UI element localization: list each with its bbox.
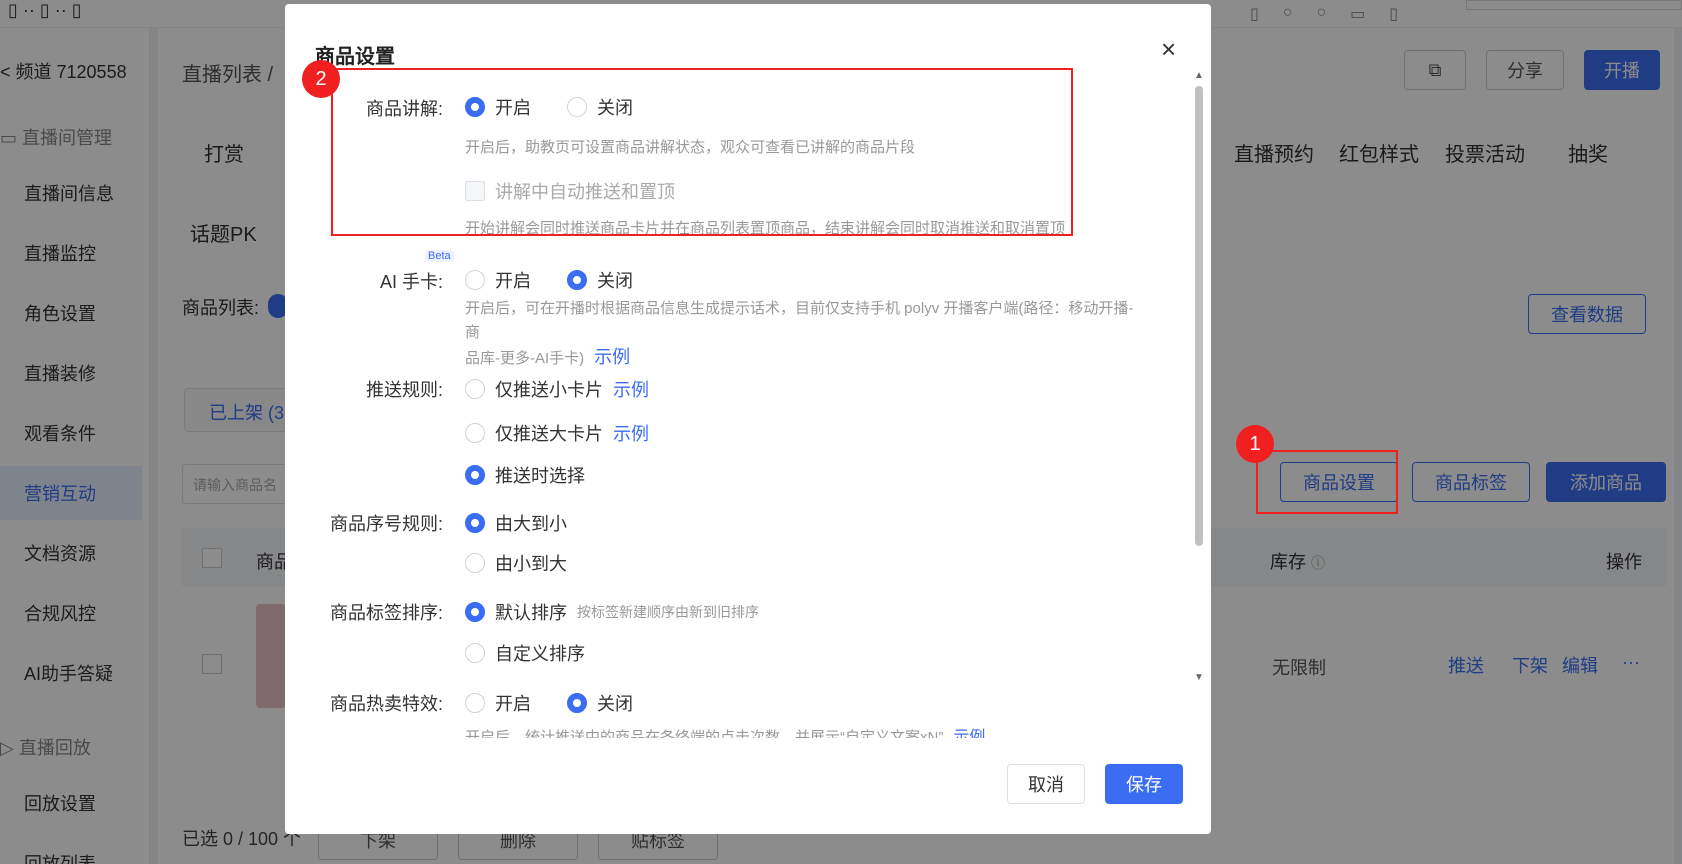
ai-card-on-label: 开启 bbox=[495, 271, 531, 291]
hot-effect-off-radio[interactable]: 关闭 bbox=[567, 690, 633, 716]
radio-checked-icon bbox=[465, 465, 485, 485]
radio-unchecked-icon bbox=[465, 270, 485, 290]
cancel-button[interactable]: 取消 bbox=[1007, 764, 1085, 804]
dialog-scrollbar[interactable]: ▲ ▼ bbox=[1193, 70, 1205, 684]
radio-unchecked-icon bbox=[465, 379, 485, 399]
annotation-box-1 bbox=[1256, 450, 1398, 514]
serial-desc-label: 由大到小 bbox=[495, 514, 567, 534]
ai-card-example-link[interactable]: 示例 bbox=[594, 347, 630, 367]
radio-unchecked-icon bbox=[465, 643, 485, 663]
hot-effect-hint-text: 开启后，统计推送中的商品在各终端的点击次数，并展示“自定义文案xN” bbox=[465, 729, 944, 738]
radio-checked-icon bbox=[465, 513, 485, 533]
ai-card-on-radio[interactable]: 开启 bbox=[465, 267, 531, 293]
ai-card-hint-line1: 开启后，可在开播时根据商品信息生成提示话术，目前仅支持手机 polyv 开播客户… bbox=[465, 300, 1134, 341]
hot-effect-off-label: 关闭 bbox=[597, 694, 633, 714]
radio-unchecked-icon bbox=[465, 693, 485, 713]
save-button[interactable]: 保存 bbox=[1105, 764, 1183, 804]
close-icon[interactable]: × bbox=[1161, 34, 1176, 65]
tag-sort-default-label: 默认排序 bbox=[495, 603, 567, 623]
serial-asc-label: 由小到大 bbox=[495, 554, 567, 574]
radio-unchecked-icon bbox=[465, 423, 485, 443]
push-large-card-label: 仅推送大卡片 bbox=[495, 424, 603, 444]
push-large-card-radio[interactable]: 仅推送大卡片 示例 bbox=[465, 420, 649, 446]
radio-checked-icon bbox=[567, 693, 587, 713]
radio-unchecked-icon bbox=[465, 553, 485, 573]
beta-badge: Beta bbox=[425, 250, 454, 262]
serial-rule-label: 商品序号规则: bbox=[329, 514, 443, 534]
hot-effect-hint: 开启后，统计推送中的商品在各终端的点击次数，并展示“自定义文案xN” 示例 bbox=[465, 724, 985, 738]
ai-card-hint: 开启后，可在开播时根据商品信息生成提示话术，目前仅支持手机 polyv 开播客户… bbox=[465, 297, 1145, 371]
tag-sort-custom-label: 自定义排序 bbox=[495, 644, 585, 664]
push-rule-label: 推送规则: bbox=[365, 380, 443, 400]
hot-effect-example-link[interactable]: 示例 bbox=[953, 729, 985, 738]
radio-checked-icon bbox=[465, 602, 485, 622]
hot-effect-on-label: 开启 bbox=[495, 694, 531, 714]
serial-desc-radio[interactable]: 由大到小 bbox=[465, 510, 567, 536]
annotation-box-2 bbox=[331, 68, 1073, 236]
ai-card-off-radio[interactable]: 关闭 bbox=[567, 267, 633, 293]
push-small-card-example-link[interactable]: 示例 bbox=[613, 376, 649, 402]
scroll-up-icon[interactable]: ▲ bbox=[1193, 70, 1205, 82]
tag-sort-label: 商品标签排序: bbox=[329, 603, 443, 623]
product-settings-dialog: 商品设置 × 商品讲解: 开启 关闭 开启后，助教页可设置商品讲解状态，观众可查… bbox=[285, 4, 1211, 834]
radio-checked-icon bbox=[567, 270, 587, 290]
ai-card-off-label: 关闭 bbox=[597, 271, 633, 291]
tag-sort-custom-radio[interactable]: 自定义排序 bbox=[465, 640, 585, 666]
scroll-thumb[interactable] bbox=[1195, 86, 1203, 546]
ai-card-label: AI 手卡: bbox=[379, 272, 443, 292]
hot-effect-on-radio[interactable]: 开启 bbox=[465, 690, 531, 716]
tag-sort-default-radio[interactable]: 默认排序 按标签新建顺序由新到旧排序 bbox=[465, 599, 759, 625]
annotation-badge-1: 1 bbox=[1236, 425, 1274, 463]
push-small-card-label: 仅推送小卡片 bbox=[495, 380, 603, 400]
push-choose-radio[interactable]: 推送时选择 bbox=[465, 462, 585, 488]
annotation-badge-2: 2 bbox=[302, 60, 340, 98]
hot-effect-label: 商品热卖特效: bbox=[329, 694, 443, 714]
push-small-card-radio[interactable]: 仅推送小卡片 示例 bbox=[465, 376, 649, 402]
serial-asc-radio[interactable]: 由小到大 bbox=[465, 550, 567, 576]
push-choose-label: 推送时选择 bbox=[495, 466, 585, 486]
push-large-card-example-link[interactable]: 示例 bbox=[613, 420, 649, 446]
tag-sort-default-hint: 按标签新建顺序由新到旧排序 bbox=[577, 604, 759, 620]
ai-card-hint-line2: 品库-更多-AI手卡) bbox=[465, 350, 585, 367]
scroll-down-icon[interactable]: ▼ bbox=[1193, 672, 1205, 684]
